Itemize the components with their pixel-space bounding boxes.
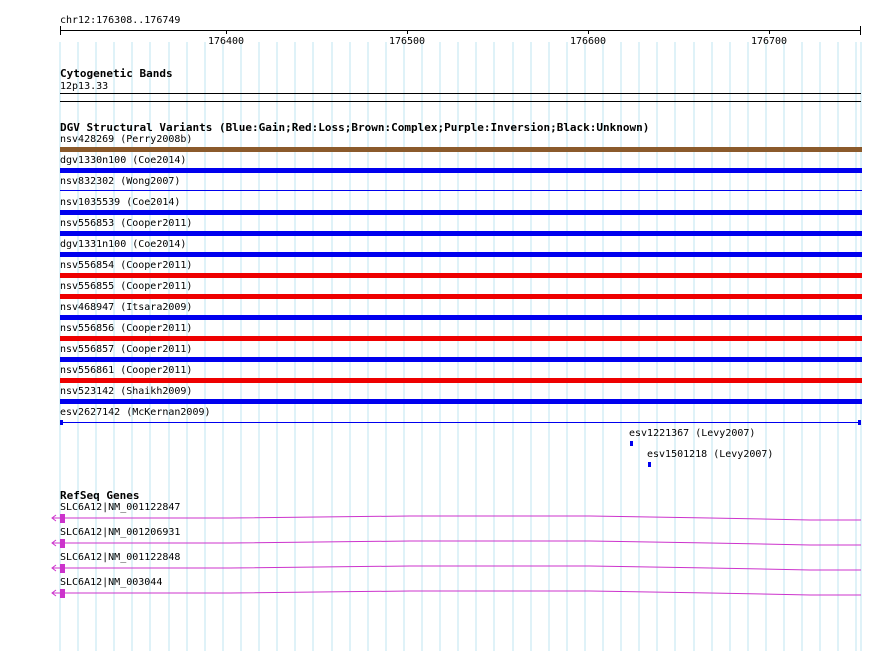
dgv-track-title[interactable]: DGV Structural Variants (Blue:Gain;Red:L… bbox=[60, 122, 649, 134]
gene-exon bbox=[60, 514, 65, 523]
variant-label: nsv1035539 (Coe2014) bbox=[60, 197, 181, 208]
variant-bar[interactable] bbox=[60, 190, 862, 191]
ruler-tick-label: 176700 bbox=[750, 36, 788, 47]
variant-label: esv1501218 (Levy2007) bbox=[647, 449, 774, 460]
variant-bar[interactable] bbox=[60, 252, 862, 257]
variant-bar[interactable] bbox=[60, 422, 860, 423]
variant-label: dgv1330n100 (Coe2014) bbox=[60, 155, 187, 166]
gene-intron-line bbox=[52, 540, 861, 546]
cytoband-bottom-border bbox=[60, 101, 861, 102]
variant-bar[interactable] bbox=[60, 147, 862, 152]
variant-bar[interactable] bbox=[60, 399, 862, 404]
variant-bar[interactable] bbox=[60, 336, 862, 341]
ruler-tick bbox=[769, 30, 770, 34]
variant-label: nsv468947 (Itsara2009) bbox=[60, 302, 193, 313]
gene-model[interactable] bbox=[0, 585, 890, 601]
variant-label: dgv1331n100 (Coe2014) bbox=[60, 239, 187, 250]
variant-bar-end bbox=[60, 420, 63, 425]
ruler-start-tick bbox=[60, 26, 61, 35]
variant-label: esv2627142 (McKernan2009) bbox=[60, 407, 211, 418]
refseq-track-title[interactable]: RefSeq Genes bbox=[60, 490, 139, 502]
coordinate-label: chr12:176308..176749 bbox=[60, 15, 181, 26]
variant-label: nsv556855 (Cooper2011) bbox=[60, 281, 193, 292]
variant-label: nsv556854 (Cooper2011) bbox=[60, 260, 193, 271]
variant-bar[interactable] bbox=[60, 210, 862, 215]
ruler-tick-label: 176400 bbox=[207, 36, 245, 47]
gene-model[interactable] bbox=[0, 560, 890, 576]
variant-bar[interactable] bbox=[60, 357, 862, 362]
cytoband-top-border bbox=[60, 93, 861, 94]
cytoband-track-title[interactable]: Cytogenetic Bands bbox=[60, 68, 173, 80]
variant-label: nsv523142 (Shaikh2009) bbox=[60, 386, 193, 397]
gene-exon bbox=[60, 539, 65, 548]
ruler-tick bbox=[226, 30, 227, 34]
ruler-tick-label: 176500 bbox=[388, 36, 426, 47]
ruler-tick bbox=[407, 30, 408, 34]
genome-browser-view: chr12:176308..176749 176400 176500 17660… bbox=[0, 0, 890, 651]
ruler-end-tick bbox=[860, 26, 861, 35]
variant-label: nsv556857 (Cooper2011) bbox=[60, 344, 193, 355]
variant-label: nsv428269 (Perry2008b) bbox=[60, 134, 193, 145]
variant-bar[interactable] bbox=[60, 168, 862, 173]
ruler-tick bbox=[588, 30, 589, 34]
gene-intron-line bbox=[52, 515, 861, 521]
variant-bar-end bbox=[858, 420, 861, 425]
gene-model[interactable] bbox=[0, 535, 890, 551]
variant-label: nsv832302 (Wong2007) bbox=[60, 176, 181, 187]
variant-bar[interactable] bbox=[630, 441, 633, 446]
variant-bar[interactable] bbox=[60, 294, 862, 299]
cytoband-label: 12p13.33 bbox=[60, 81, 109, 92]
gene-exon bbox=[60, 564, 65, 573]
gene-model[interactable] bbox=[0, 510, 890, 526]
variant-label: nsv556853 (Cooper2011) bbox=[60, 218, 193, 229]
variant-label: nsv556861 (Cooper2011) bbox=[60, 365, 193, 376]
gene-intron-line bbox=[52, 590, 861, 596]
gene-exon bbox=[60, 589, 65, 598]
ruler-line bbox=[60, 30, 861, 31]
variant-bar[interactable] bbox=[648, 462, 651, 467]
variant-bar[interactable] bbox=[60, 231, 862, 236]
ruler-tick-label: 176600 bbox=[569, 36, 607, 47]
variant-label: esv1221367 (Levy2007) bbox=[629, 428, 756, 439]
variant-bar[interactable] bbox=[60, 378, 862, 383]
variant-bar[interactable] bbox=[60, 273, 862, 278]
variant-bar[interactable] bbox=[60, 315, 862, 320]
gene-intron-line bbox=[52, 565, 861, 571]
variant-label: nsv556856 (Cooper2011) bbox=[60, 323, 193, 334]
